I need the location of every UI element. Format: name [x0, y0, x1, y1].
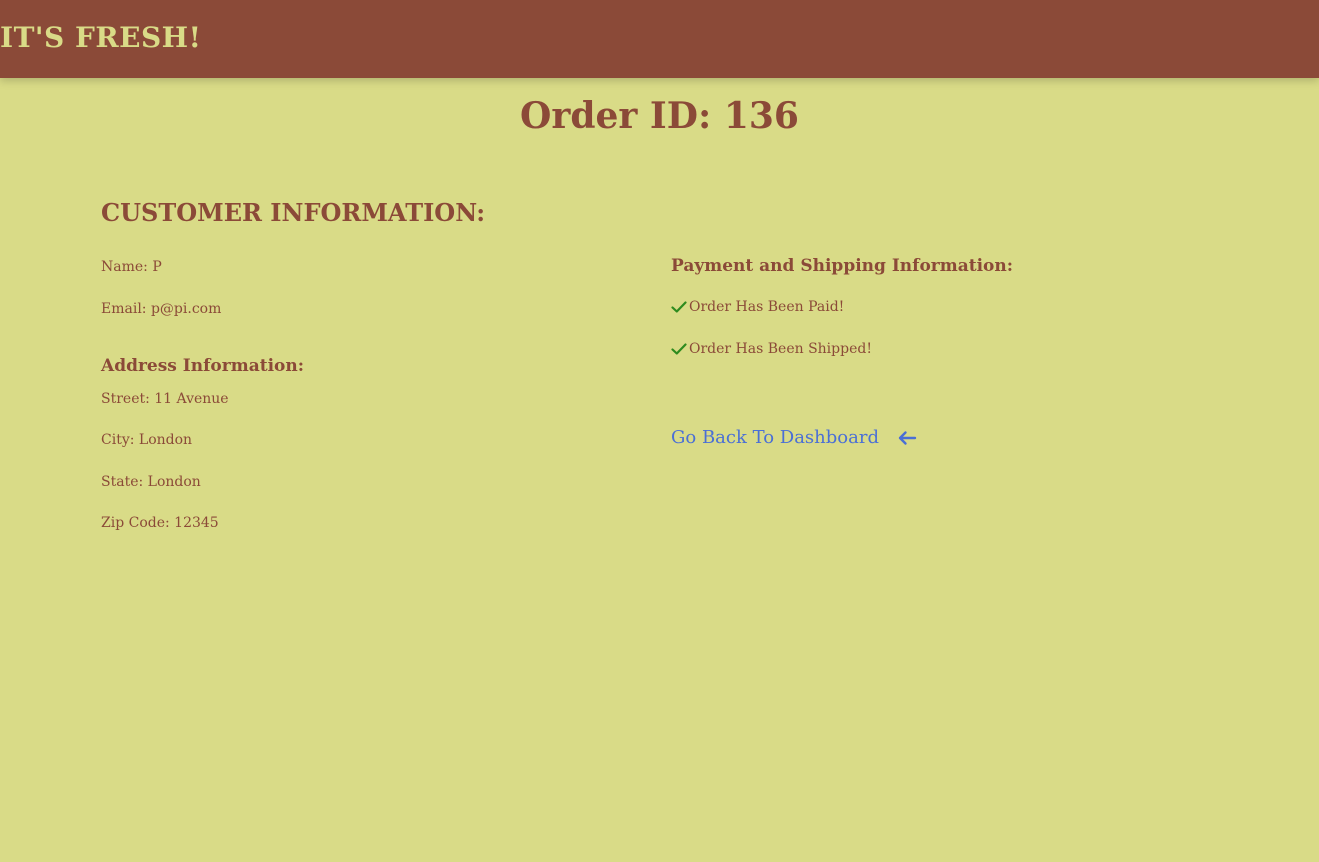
paid-status-label: Order Has Been Paid!	[689, 299, 845, 315]
top-navbar: IT'S FRESH!	[0, 0, 1319, 78]
back-to-dashboard-link[interactable]: Go Back To Dashboard	[671, 426, 917, 450]
address-city: City: London	[101, 432, 193, 448]
arrow-left-icon	[898, 431, 917, 445]
customer-email: Email: p@pi.com	[101, 301, 222, 317]
address-zip: Zip Code: 12345	[101, 515, 219, 531]
shipped-status-label: Order Has Been Shipped!	[689, 341, 872, 357]
payment-shipping-heading: Payment and Shipping Information:	[671, 256, 1014, 276]
check-icon	[671, 343, 687, 355]
page-title: Order ID: 136	[520, 95, 799, 137]
brand-logo[interactable]: IT'S FRESH!	[0, 18, 201, 58]
address-state: State: London	[101, 474, 201, 490]
check-icon	[671, 301, 687, 313]
back-to-dashboard-label: Go Back To Dashboard	[671, 427, 879, 448]
address-street: Street: 11 Avenue	[101, 391, 229, 407]
customer-name: Name: P	[101, 259, 162, 275]
paid-status: Order Has Been Paid!	[671, 297, 844, 317]
address-information-heading: Address Information:	[101, 356, 305, 376]
shipped-status: Order Has Been Shipped!	[671, 339, 872, 359]
customer-information-heading: CUSTOMER INFORMATION:	[101, 198, 486, 227]
